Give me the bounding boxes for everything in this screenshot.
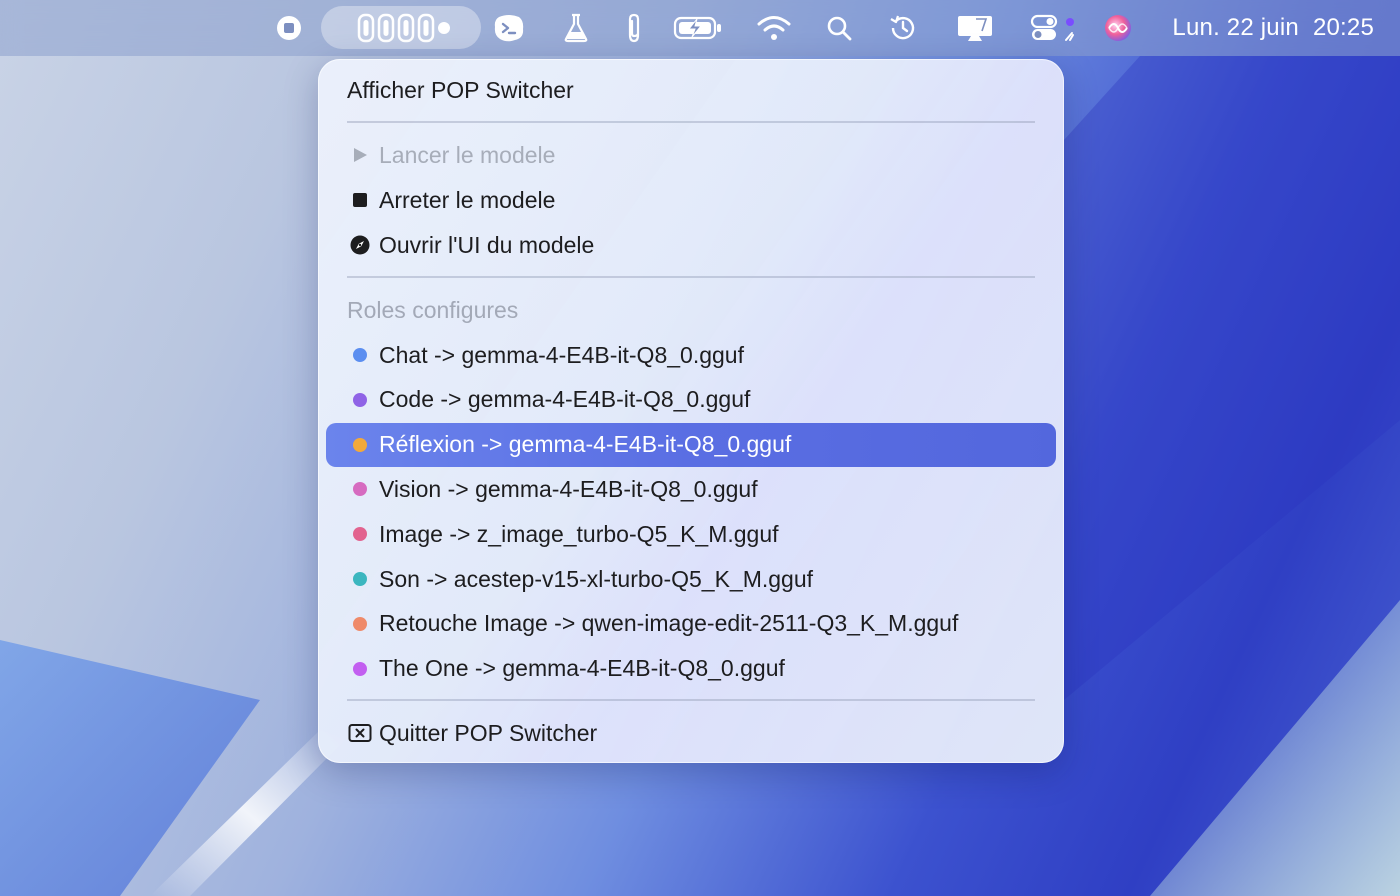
show-app-item[interactable]: Afficher POP Switcher [326,68,1056,112]
history-icon[interactable] [886,0,920,56]
role-color-dot-icon [340,557,380,601]
start-model-item: Lancer le modele [326,133,1056,177]
quit-label: Quitter POP Switcher [379,719,598,746]
flask-icon[interactable] [561,0,591,56]
menubar-date: Lun. 22 juin [1172,14,1299,41]
role-color-dot-icon [340,602,380,646]
role-color-dot-icon [340,378,380,422]
role-item[interactable]: Code -> gemma-4-E4B-it-Q8_0.gguf [326,378,1056,422]
role-item[interactable]: Vision -> gemma-4-E4B-it-Q8_0.gguf [326,467,1056,511]
role-item[interactable]: Retouche Image -> qwen-image-edit-2511-Q… [326,602,1056,646]
role-label: Code -> gemma-4-E4B-it-Q8_0.gguf [379,386,751,413]
role-color-dot [353,392,367,407]
menu-separator [347,276,1035,278]
role-item[interactable]: Image -> z_image_turbo-Q5_K_M.gguf [326,512,1056,556]
siri-icon[interactable] [1101,0,1135,56]
role-color-dot [353,527,367,542]
role-color-dot-icon [340,647,380,691]
role-color-dot-icon [340,467,380,511]
search-icon[interactable] [823,0,855,56]
menu-separator [347,121,1035,123]
role-label: Image -> z_image_turbo-Q5_K_M.gguf [379,520,779,547]
control-center-icon[interactable] [1028,0,1078,56]
role-color-dot [353,437,367,452]
battery-charging-icon[interactable] [672,0,724,56]
role-color-dot [353,348,367,362]
show-app-label: Afficher POP Switcher [347,76,574,103]
menubar-clock[interactable]: Lun. 22 juin 20:25 [1172,0,1374,56]
roles-header: Roles configures [326,288,1056,332]
app-switcher-icon[interactable] [350,0,460,56]
open-ui-label: Ouvrir l'UI du modele [379,231,595,258]
role-item[interactable]: Chat -> gemma-4-E4B-it-Q8_0.gguf [326,333,1056,377]
quit-x-square-icon [340,711,380,755]
role-color-dot-icon [340,423,380,467]
role-label: Réflexion -> gemma-4-E4B-it-Q8_0.gguf [379,431,792,458]
pop-switcher-menu: Afficher POP Switcher Lancer le modele A… [318,59,1064,763]
display-icon[interactable] [955,0,995,56]
paperclip-icon[interactable] [620,0,648,56]
role-color-dot [353,661,367,676]
quit-item[interactable]: Quitter POP Switcher [326,711,1056,755]
role-label: Vision -> gemma-4-E4B-it-Q8_0.gguf [379,475,758,502]
stop-model-label: Arreter le modele [379,186,556,213]
role-color-dot [353,482,367,497]
role-color-dot [353,616,367,631]
role-color-dot-icon [340,333,380,377]
menu-bar: Lun. 22 juin 20:25 [0,0,1400,56]
role-label: Son -> acestep-v15-xl-turbo-Q5_K_M.gguf [379,565,814,592]
menubar-time: 20:25 [1312,14,1374,41]
roles-header-label: Roles configures [347,296,519,323]
role-color-dot [353,572,367,586]
role-item[interactable]: Son -> acestep-v15-xl-turbo-Q5_K_M.gguf [326,557,1056,601]
start-model-label: Lancer le modele [379,141,556,168]
play-icon [340,133,380,177]
compass-icon [340,223,380,267]
role-label: Retouche Image -> qwen-image-edit-2511-Q… [379,610,959,637]
stop-icon[interactable] [272,0,306,56]
role-label: Chat -> gemma-4-E4B-it-Q8_0.gguf [379,341,744,368]
role-label: The One -> gemma-4-E4B-it-Q8_0.gguf [379,655,785,682]
open-ui-item[interactable]: Ouvrir l'UI du modele [326,223,1056,267]
role-item[interactable]: The One -> gemma-4-E4B-it-Q8_0.gguf [326,647,1056,691]
terminal-icon[interactable] [492,0,526,56]
stop-model-item[interactable]: Arreter le modele [326,178,1056,222]
role-color-dot-icon [340,512,380,556]
menu-separator [347,699,1035,701]
wifi-icon[interactable] [755,0,793,56]
stop-square-icon [340,178,380,222]
role-item[interactable]: Réflexion -> gemma-4-E4B-it-Q8_0.gguf [326,422,1056,467]
